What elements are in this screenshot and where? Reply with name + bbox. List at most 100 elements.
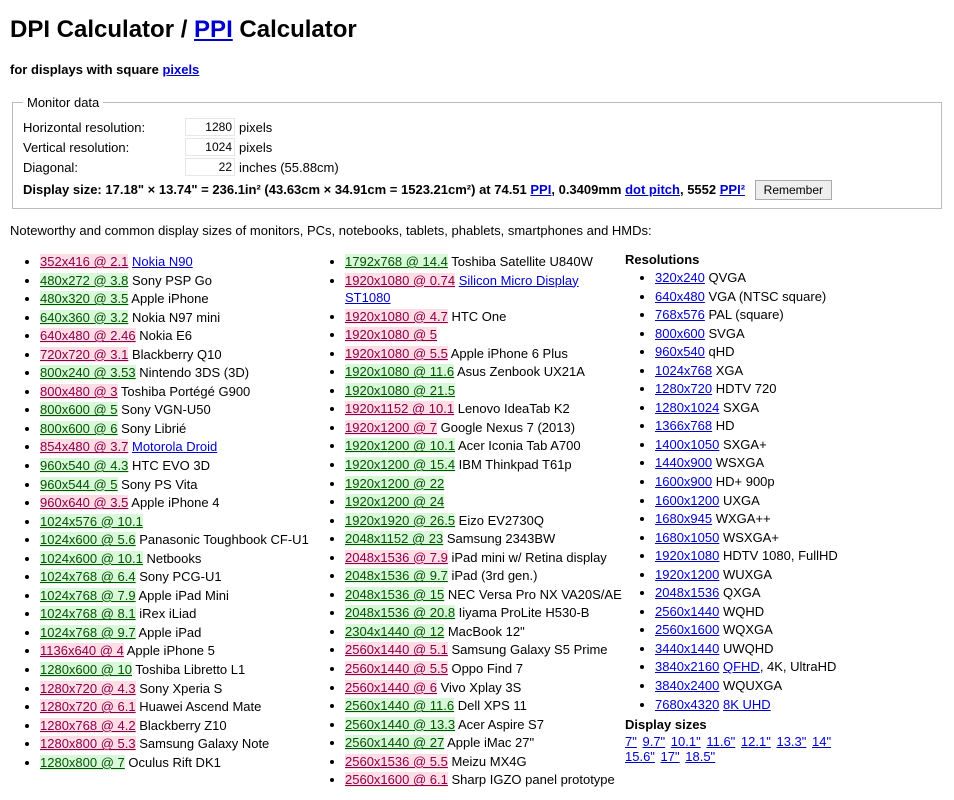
resolution-link[interactable]: 640x480: [655, 289, 705, 304]
preset-link[interactable]: 352x416 @ 2.1: [40, 254, 128, 269]
preset-link[interactable]: 800x600 @ 6: [40, 421, 118, 436]
preset-link[interactable]: 1024x768 @ 6.4: [40, 569, 136, 584]
preset-link[interactable]: 1280x800 @ 5.3: [40, 736, 136, 751]
preset-link[interactable]: 1920x1080 @ 5.5: [345, 346, 448, 361]
preset-link[interactable]: 2048x1536 @ 20.8: [345, 605, 455, 620]
resolution-link[interactable]: 800x600: [655, 326, 705, 341]
resolution-name-link[interactable]: QFHD: [723, 659, 760, 674]
preset-link[interactable]: 1024x768 @ 9.7: [40, 625, 136, 640]
preset-link[interactable]: 2560x1440 @ 5.5: [345, 661, 448, 676]
diag-input[interactable]: [185, 158, 235, 176]
resolution-link[interactable]: 2560x1440: [655, 604, 719, 619]
resolution-link[interactable]: 1920x1200: [655, 567, 719, 582]
resolution-link[interactable]: 1600x1200: [655, 493, 719, 508]
resolution-link[interactable]: 768x576: [655, 307, 705, 322]
resolution-link[interactable]: 2048x1536: [655, 585, 719, 600]
preset-link[interactable]: 1280x720 @ 6.1: [40, 699, 136, 714]
preset-link[interactable]: 960x540 @ 4.3: [40, 458, 128, 473]
preset-link[interactable]: 1280x768 @ 4.2: [40, 718, 136, 733]
resolution-link[interactable]: 3840x2160: [655, 659, 719, 674]
resolution-link[interactable]: 1280x1024: [655, 400, 719, 415]
hres-input[interactable]: [185, 118, 235, 136]
preset-link[interactable]: 1920x1080 @ 0.74: [345, 273, 455, 288]
preset-link[interactable]: 1920x1080 @ 11.6: [345, 364, 454, 379]
preset-link[interactable]: 2560x1440 @ 5.1: [345, 642, 448, 657]
display-size-link[interactable]: 9.7": [642, 734, 665, 749]
display-size-link[interactable]: 17": [661, 749, 680, 764]
preset-link[interactable]: 2560x1440 @ 27: [345, 735, 444, 750]
display-size-link[interactable]: 10.1": [671, 734, 701, 749]
resolution-link[interactable]: 3440x1440: [655, 641, 719, 656]
resolution-link[interactable]: 7680x4320: [655, 697, 719, 712]
resolution-link[interactable]: 1280x720: [655, 381, 712, 396]
preset-link[interactable]: 1920x1080 @ 4.7: [345, 309, 448, 324]
device-link[interactable]: Nokia N90: [132, 254, 193, 269]
resolution-link[interactable]: 2560x1600: [655, 622, 719, 637]
preset-link[interactable]: 2560x1536 @ 5.5: [345, 754, 448, 769]
resolution-link[interactable]: 1400x1050: [655, 437, 719, 452]
preset-link[interactable]: 1792x768 @ 14.4: [345, 254, 448, 269]
preset-link[interactable]: 2048x1536 @ 9.7: [345, 568, 448, 583]
preset-link[interactable]: 1920x1200 @ 15.4: [345, 457, 455, 472]
preset-link[interactable]: 800x240 @ 3.53: [40, 365, 136, 380]
display-size-link[interactable]: 7": [625, 734, 637, 749]
preset-link[interactable]: 1920x1200 @ 10.1: [345, 438, 455, 453]
preset-link[interactable]: 2304x1440 @ 12: [345, 624, 444, 639]
device-link[interactable]: Motorola Droid: [132, 439, 217, 454]
preset-link[interactable]: 1280x720 @ 4.3: [40, 681, 136, 696]
preset-link[interactable]: 1920x1080 @ 5: [345, 327, 437, 342]
preset-link[interactable]: 1024x768 @ 7.9: [40, 588, 136, 603]
preset-link[interactable]: 1024x768 @ 8.1: [40, 606, 136, 621]
preset-link[interactable]: 1280x800 @ 7: [40, 755, 125, 770]
preset-link[interactable]: 1920x1920 @ 26.5: [345, 513, 455, 528]
remember-button[interactable]: Remember: [755, 180, 832, 200]
preset-link[interactable]: 1136x640 @ 4: [40, 643, 124, 658]
resolution-link[interactable]: 320x240: [655, 270, 705, 285]
display-size-link[interactable]: 14": [812, 734, 831, 749]
resolution-link[interactable]: 1680x1050: [655, 530, 719, 545]
preset-link[interactable]: 960x544 @ 5: [40, 477, 118, 492]
preset-link[interactable]: 1920x1200 @ 22: [345, 476, 444, 491]
preset-link[interactable]: 640x360 @ 3.2: [40, 310, 128, 325]
resolution-link[interactable]: 1600x900: [655, 474, 712, 489]
display-size-link[interactable]: 13.3": [776, 734, 806, 749]
preset-link[interactable]: 1280x600 @ 10: [40, 662, 132, 677]
pixels-link[interactable]: pixels: [162, 62, 199, 77]
preset-link[interactable]: 720x720 @ 3.1: [40, 347, 128, 362]
preset-link[interactable]: 1024x600 @ 5.6: [40, 532, 136, 547]
resolution-link[interactable]: 1920x1080: [655, 548, 719, 563]
preset-link[interactable]: 800x600 @ 5: [40, 402, 118, 417]
vres-input[interactable]: [185, 138, 235, 156]
preset-link[interactable]: 1920x1080 @ 21.5: [345, 383, 455, 398]
display-size-link[interactable]: 18.5": [685, 749, 715, 764]
preset-link[interactable]: 960x640 @ 3.5: [40, 495, 128, 510]
ppi-link[interactable]: PPI: [194, 16, 233, 43]
preset-link[interactable]: 480x320 @ 3.5: [40, 291, 128, 306]
resolution-link[interactable]: 1366x768: [655, 418, 712, 433]
preset-link[interactable]: 1920x1200 @ 7: [345, 420, 437, 435]
preset-link[interactable]: 2560x1440 @ 11.6: [345, 698, 454, 713]
preset-link[interactable]: 2560x1440 @ 13.3: [345, 717, 455, 732]
preset-link[interactable]: 2560x1600 @ 6.1: [345, 772, 448, 787]
resolution-link[interactable]: 1024x768: [655, 363, 712, 378]
preset-link[interactable]: 640x480 @ 2.46: [40, 328, 136, 343]
preset-link[interactable]: 2048x1152 @ 23: [345, 531, 443, 546]
preset-link[interactable]: 1920x1200 @ 24: [345, 494, 444, 509]
resolution-link[interactable]: 1680x945: [655, 511, 712, 526]
preset-link[interactable]: 1024x600 @ 10.1: [40, 551, 143, 566]
preset-link[interactable]: 1920x1152 @ 10.1: [345, 401, 454, 416]
preset-link[interactable]: 480x272 @ 3.8: [40, 273, 128, 288]
result-ppi2-link[interactable]: PPI²: [720, 182, 745, 197]
display-size-link[interactable]: 12.1": [741, 734, 771, 749]
preset-link[interactable]: 854x480 @ 3.7: [40, 439, 128, 454]
preset-link[interactable]: 2560x1440 @ 6: [345, 680, 437, 695]
display-size-link[interactable]: 15.6": [625, 749, 655, 764]
preset-link[interactable]: 800x480 @ 3: [40, 384, 118, 399]
result-ppi-link[interactable]: PPI: [530, 182, 551, 197]
result-dotpitch-link[interactable]: dot pitch: [625, 182, 680, 197]
resolution-link[interactable]: 3840x2400: [655, 678, 719, 693]
resolution-name-link[interactable]: 8K UHD: [723, 697, 771, 712]
resolution-link[interactable]: 960x540: [655, 344, 705, 359]
preset-link[interactable]: 1024x576 @ 10.1: [40, 514, 143, 529]
display-size-link[interactable]: 11.6": [706, 734, 735, 749]
